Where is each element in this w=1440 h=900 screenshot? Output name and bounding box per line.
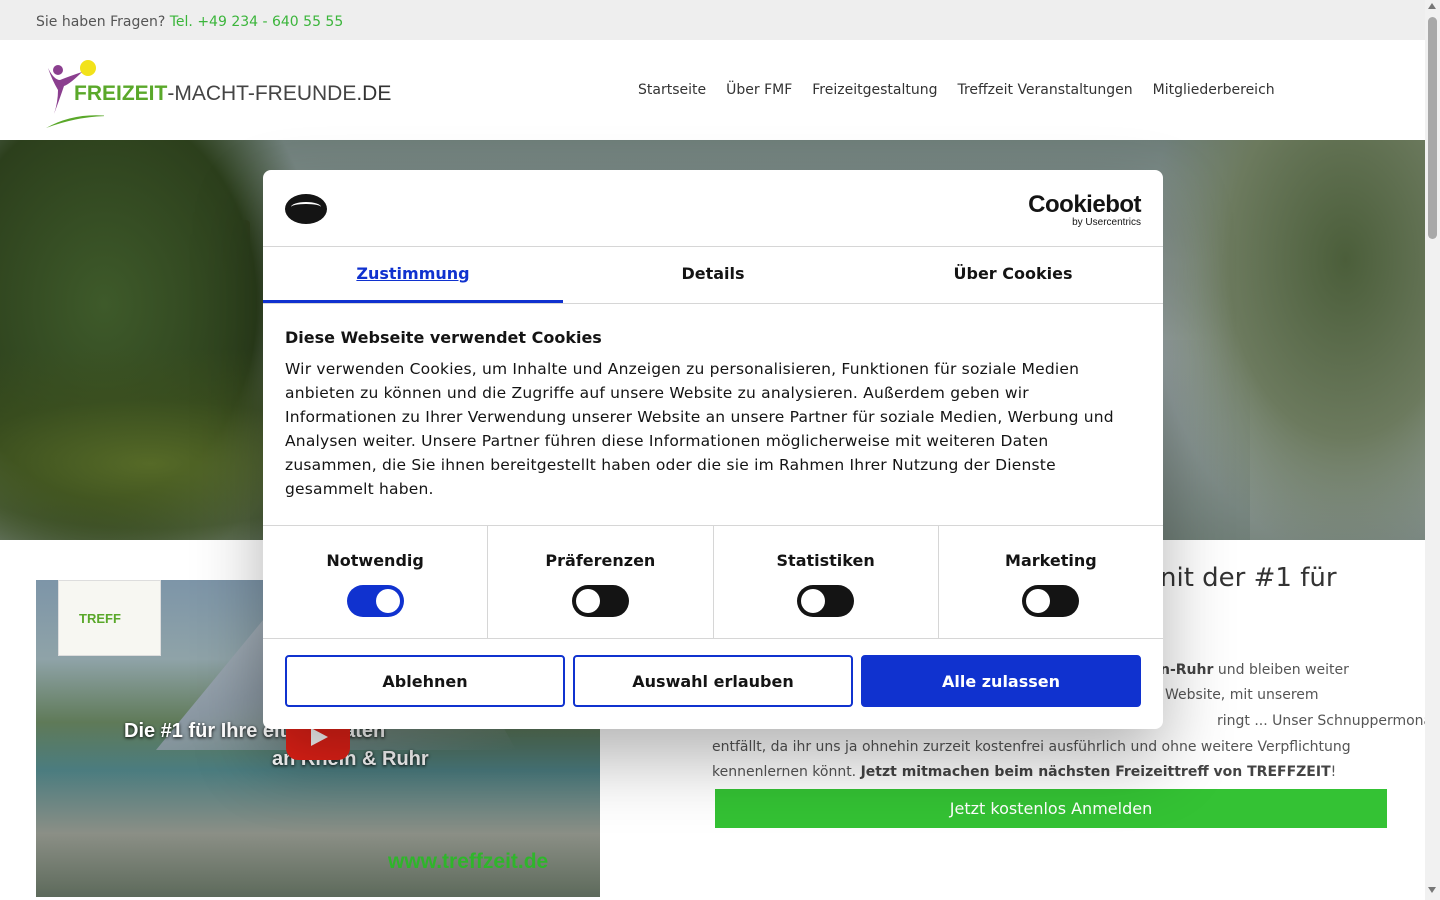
logo-part-freizeit: FREIZEIT xyxy=(74,82,168,105)
video-treffzeit-badge: TREFF xyxy=(58,580,161,656)
phone-link[interactable]: Tel. +49 234 - 640 55 55 xyxy=(170,14,344,30)
para-line5-start: kennenlernen könnt. xyxy=(712,764,861,780)
toggle-knob xyxy=(1026,589,1051,613)
nav-startseite[interactable]: Startseite xyxy=(638,82,706,98)
section-headline: nit der #1 für xyxy=(1160,563,1337,593)
nav-freizeitgestaltung[interactable]: Freizeitgestaltung xyxy=(812,82,937,98)
allow-all-button[interactable]: Alle zulassen xyxy=(861,655,1141,707)
cookie-buttons: Ablehnen Auswahl erlauben Alle zulassen xyxy=(263,639,1163,723)
para-line5-end: ! xyxy=(1330,764,1337,780)
contact-question: Sie haben Fragen? xyxy=(36,14,166,30)
cookie-dialog-body: Diese Webseite verwendet Cookies Wir ver… xyxy=(263,304,1163,526)
cookie-dialog-header: Cookiebot by Usercentrics xyxy=(263,170,1163,247)
toggle-knob xyxy=(375,589,400,613)
cookie-consent-dialog: Cookiebot by Usercentrics Zustimmung Det… xyxy=(263,170,1163,729)
site-logo[interactable]: FREIZEIT-MACHT-FREUNDE.DE xyxy=(44,58,391,132)
toggle-knob xyxy=(801,589,826,613)
category-label: Marketing xyxy=(1005,551,1097,570)
para-line5-bold: Jetzt mitmachen beim nächsten Freizeittr… xyxy=(860,764,1331,780)
logo-wordmark: FREIZEIT-MACHT-FREUNDE.DE xyxy=(74,82,391,106)
scrollbar-thumb[interactable] xyxy=(1428,17,1437,239)
para-line-5: kennenlernen könnt. Jetzt mitmachen beim… xyxy=(712,760,1336,786)
cookie-category-toggles: Notwendig Präferenzen Statistiken Market… xyxy=(263,526,1163,639)
para-line1-bold: n-Ruhr xyxy=(1160,662,1214,678)
scroll-down-icon[interactable] xyxy=(1428,887,1436,893)
cookie-tabs: Zustimmung Details Über Cookies xyxy=(263,247,1163,304)
para-line-3: ringt ... Unser Schnuppermonat xyxy=(1217,713,1438,729)
allow-selection-button[interactable]: Auswahl erlauben xyxy=(573,655,853,707)
tab-details[interactable]: Details xyxy=(563,247,863,303)
cookiebot-by: by Usercentrics xyxy=(1072,217,1141,228)
cookie-heading: Diese Webseite verwendet Cookies xyxy=(285,328,602,347)
main-nav: Startseite Über FMF Freizeitgestaltung T… xyxy=(638,40,1275,140)
cookie-text: Wir verwenden Cookies, um Inhalte und An… xyxy=(285,360,1114,498)
category-label: Präferenzen xyxy=(545,551,656,570)
cookiebot-name: Cookiebot xyxy=(1028,191,1141,218)
site-header: FREIZEIT-MACHT-FREUNDE.DE Startseite Übe… xyxy=(0,40,1425,140)
category-label: Statistiken xyxy=(776,551,875,570)
category-notwendig: Notwendig xyxy=(263,526,489,638)
tab-zustimmung[interactable]: Zustimmung xyxy=(263,247,563,303)
top-contact-bar: Sie haben Fragen? Tel. +49 234 - 640 55 … xyxy=(0,0,1425,40)
hero-trees-right xyxy=(1160,140,1425,540)
tab-ueber-cookies[interactable]: Über Cookies xyxy=(863,247,1163,303)
logo-part-macht-freunde: -MACHT-FREUNDE xyxy=(167,82,357,105)
scroll-up-icon[interactable] xyxy=(1428,3,1436,9)
category-statistiken: Statistiken xyxy=(714,526,939,638)
para-line-4: entfällt, da ihr uns ja ohnehin zurzeit … xyxy=(712,739,1351,755)
logo-part-de: .DE xyxy=(356,82,392,105)
toggle-statistiken[interactable] xyxy=(797,585,855,617)
toggle-knob xyxy=(575,589,600,613)
nav-treffzeit-veranstaltungen[interactable]: Treffzeit Veranstaltungen xyxy=(957,82,1132,98)
para-line-1: n-Ruhr und bleiben weiter xyxy=(1160,658,1349,684)
para-line1-rest: und bleiben weiter xyxy=(1213,662,1349,678)
nav-mitgliederbereich[interactable]: Mitgliederbereich xyxy=(1153,82,1275,98)
category-praeferenzen: Präferenzen xyxy=(488,526,714,638)
signup-button[interactable]: Jetzt kostenlos Anmelden xyxy=(715,789,1387,828)
toggle-marketing[interactable] xyxy=(1022,585,1080,617)
para-line-2: Website, mit unserem xyxy=(1165,687,1319,703)
scrollbar[interactable] xyxy=(1425,0,1440,900)
toggle-notwendig[interactable] xyxy=(346,585,404,617)
category-label: Notwendig xyxy=(326,551,424,570)
toggle-praeferenzen[interactable] xyxy=(571,585,629,617)
video-badge-text: TREFF xyxy=(79,611,121,626)
nav-ueber-fmf[interactable]: Über FMF xyxy=(726,82,792,98)
cookie-logo-icon xyxy=(285,194,327,224)
video-url: www.treffzeit.de xyxy=(388,850,549,873)
decline-button[interactable]: Ablehnen xyxy=(285,655,565,707)
cookiebot-brand: Cookiebot by Usercentrics xyxy=(1028,192,1141,228)
category-marketing: Marketing xyxy=(939,526,1163,638)
